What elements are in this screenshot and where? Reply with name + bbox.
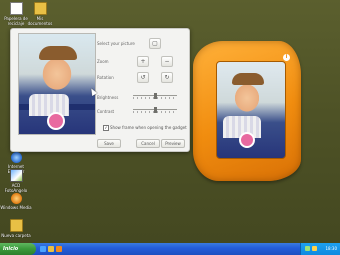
- quick-launch-ie-icon[interactable]: [40, 246, 46, 252]
- tray-volume-icon[interactable]: [312, 246, 317, 251]
- rotate-left-icon: ↺: [140, 74, 146, 81]
- photo-app-icon: [9, 169, 23, 182]
- photo-detail: [29, 94, 69, 116]
- desktop-icon-photo-app[interactable]: ACD FotoAngelo: [0, 169, 32, 193]
- zoom-out-button[interactable]: −: [161, 56, 173, 67]
- desktop-icon-label: Mis documentos: [27, 16, 53, 26]
- contrast-label: Contrast: [97, 109, 115, 114]
- browse-picture-button[interactable]: ▢: [149, 38, 161, 49]
- preview-button[interactable]: Preview: [161, 139, 185, 148]
- save-button[interactable]: Save: [97, 139, 121, 148]
- framed-photo[interactable]: [216, 61, 286, 159]
- system-tray: 18:30: [300, 243, 340, 255]
- settings-photo-preview[interactable]: [18, 33, 96, 135]
- zoom-in-icon: +: [140, 58, 146, 65]
- quick-launch-media-icon[interactable]: [56, 246, 62, 252]
- zoom-out-icon: −: [164, 58, 170, 65]
- cancel-button[interactable]: Cancel: [136, 139, 160, 148]
- documents-icon: [33, 2, 47, 15]
- photo-detail: [47, 112, 65, 130]
- contrast-slider[interactable]: [133, 107, 177, 113]
- desktop: Papelera de reciclaje Mis documentos Int…: [0, 0, 340, 243]
- desktop-icon-new-folder[interactable]: Nueva carpeta: [0, 219, 32, 238]
- gadget-settings-panel: Select your picture ▢ Zoom + − Rotation …: [10, 28, 190, 152]
- start-button[interactable]: Inicio: [0, 243, 36, 255]
- desktop-icon-windows-media[interactable]: Windows Media: [0, 193, 32, 210]
- photo-detail: [239, 132, 255, 148]
- gadget-info-button[interactable]: i: [283, 54, 290, 61]
- tray-network-icon[interactable]: [305, 246, 310, 251]
- slider-thumb[interactable]: [154, 93, 157, 99]
- desktop-icon-label: Windows Media: [0, 205, 32, 210]
- folder-icon: [9, 219, 23, 232]
- brightness-label: Brightness: [97, 95, 119, 100]
- photo-detail: [39, 46, 77, 60]
- browse-icon: ▢: [152, 40, 158, 47]
- zoom-in-button[interactable]: +: [137, 56, 149, 67]
- slider-thumb[interactable]: [154, 107, 157, 113]
- clock[interactable]: 18:30: [325, 246, 337, 251]
- select-picture-label: Select your picture: [97, 41, 135, 46]
- taskbar: Inicio 18:30: [0, 243, 340, 255]
- desktop-icon-label: Nueva carpeta: [1, 233, 31, 238]
- quick-launch-folder-icon[interactable]: [48, 246, 54, 252]
- recycle-bin-icon: [9, 2, 23, 15]
- desktop-icon-label: ACD FotoAngelo: [4, 183, 28, 193]
- media-player-icon: [10, 193, 22, 204]
- brightness-slider[interactable]: [133, 93, 177, 99]
- zoom-label: Zoom: [97, 59, 109, 64]
- photo-detail: [232, 73, 264, 85]
- show-frame-label: Show frame when opening the gadget: [110, 125, 187, 130]
- rotation-label: Rotation: [97, 75, 114, 80]
- internet-explorer-icon: [10, 152, 22, 163]
- rotate-right-icon: ↻: [164, 74, 170, 81]
- show-frame-checkbox[interactable]: ✓: [103, 125, 109, 131]
- rotate-left-button[interactable]: ↺: [137, 72, 149, 83]
- start-label: Inicio: [3, 246, 19, 252]
- rotate-right-button[interactable]: ↻: [161, 72, 173, 83]
- desktop-icon-my-documents[interactable]: Mis documentos: [24, 2, 56, 26]
